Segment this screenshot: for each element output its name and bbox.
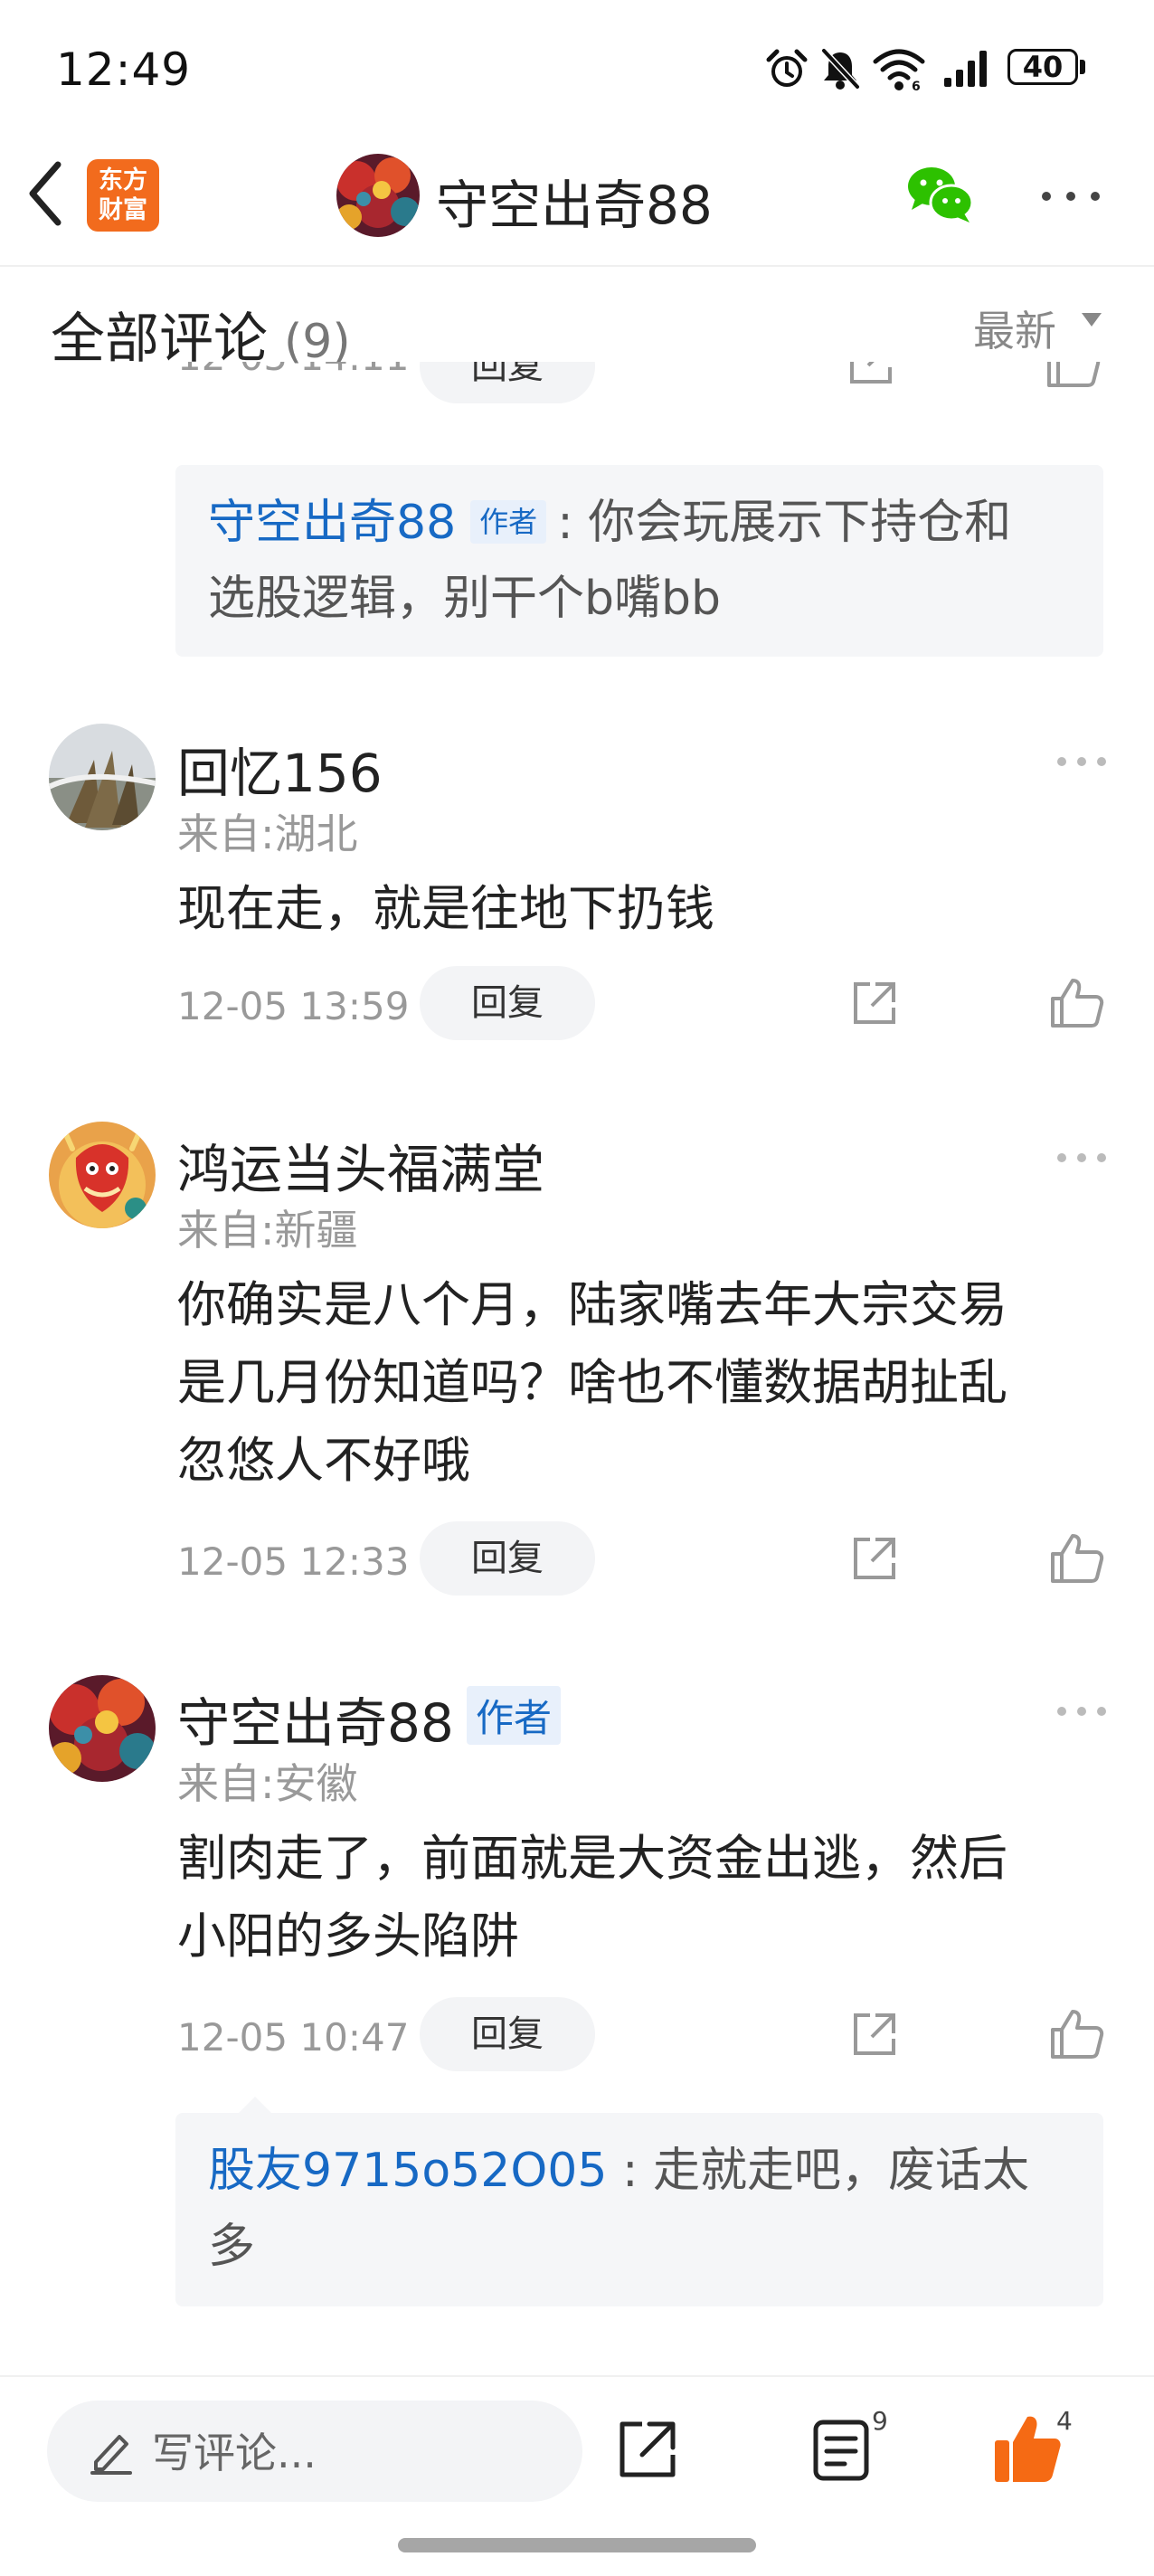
reply-text-line: 走就走吧，废话太: [653, 2144, 1030, 2198]
comment-username[interactable]: 鸿运当头福满堂: [177, 1127, 544, 1203]
reply-box-pointer: [239, 2097, 271, 2113]
reply-button[interactable]: 回复: [420, 966, 595, 1040]
comment-timestamp: 12-05 10:47: [177, 2015, 410, 2060]
comment-content[interactable]: 现在走，就是往地下扔钱: [177, 870, 1154, 948]
like-filled-icon[interactable]: [993, 2411, 1062, 2484]
battery-level: 40: [1022, 50, 1064, 84]
like-count-badge: 4: [1056, 2406, 1073, 2436]
mute-bell-icon: [821, 48, 860, 90]
home-indicator[interactable]: [398, 2538, 756, 2552]
share-icon[interactable]: [848, 2008, 901, 2060]
share-icon[interactable]: [848, 1532, 901, 1585]
comment-content[interactable]: 割肉走了，前面就是大资金出逃，然后 小阳的多头陷阱: [177, 1820, 1154, 1975]
share-icon[interactable]: [848, 977, 901, 1029]
nav-title: 守空出奇88: [436, 175, 713, 236]
comment-username[interactable]: 守空出奇88: [177, 1681, 454, 1757]
comment-placeholder[interactable]: 写评论...: [152, 2420, 317, 2480]
comment-location: 来自:湖北: [177, 810, 358, 858]
comment-more-icon[interactable]: [1056, 756, 1107, 767]
nav-divider: [0, 265, 1154, 267]
comment-more-icon[interactable]: [1056, 1706, 1107, 1717]
like-icon[interactable]: [1045, 362, 1102, 389]
comment-count-badge: 9: [872, 2406, 888, 2436]
comment-location: 来自:安徽: [177, 1759, 358, 1808]
avatar[interactable]: [49, 1675, 156, 1782]
reply-text-line: 你会玩展示下持仓和: [588, 496, 1012, 550]
back-arrow-icon[interactable]: [24, 159, 69, 228]
nav-avatar[interactable]: [336, 154, 420, 237]
comment-list-icon[interactable]: [812, 2419, 870, 2482]
reply-quote-box[interactable]: 守空出奇88 作者: 你会玩展示下持仓和 选股逻辑，别干个b嘴bb: [175, 465, 1103, 657]
partial-comment-actions: 12-05 14:11 回复: [0, 362, 1154, 425]
chevron-down-icon[interactable]: [1082, 313, 1102, 327]
comment-content[interactable]: 你确实是八个月，陆家嘴去年大宗交易 是几月份知道吗？啥也不懂数据胡扯乱 忽悠人不…: [177, 1266, 1154, 1500]
share-icon[interactable]: [615, 2417, 680, 2482]
reply-separator: :: [621, 2144, 638, 2198]
sort-dropdown[interactable]: 最新: [973, 298, 1056, 358]
svg-text:6: 6: [912, 80, 921, 92]
bottom-divider: [0, 2375, 1154, 2377]
pencil-icon: [90, 2435, 132, 2475]
reply-username[interactable]: 股友9715o52O05: [208, 2144, 607, 2198]
wifi-icon: 6: [873, 49, 925, 92]
reply-button[interactable]: 回复: [420, 362, 595, 403]
more-options-icon[interactable]: [1042, 192, 1100, 201]
author-tag: 作者: [470, 500, 547, 544]
comment-location: 来自:新疆: [177, 1206, 358, 1255]
wechat-share-icon[interactable]: [906, 165, 975, 224]
battery-icon: 40: [1007, 49, 1089, 89]
comment-username[interactable]: 回忆156: [177, 731, 383, 807]
cellular-signal-icon: [944, 51, 987, 87]
share-icon[interactable]: [845, 362, 897, 389]
comment-timestamp: 12-05 12:33: [177, 1539, 410, 1584]
reply-button[interactable]: 回复: [420, 1521, 595, 1596]
avatar[interactable]: [49, 1122, 156, 1228]
avatar[interactable]: [49, 724, 156, 830]
author-badge: 作者: [467, 1686, 562, 1745]
like-icon[interactable]: [1049, 2008, 1105, 2060]
app-logo[interactable]: 东方 财富: [87, 159, 159, 232]
comment-more-icon[interactable]: [1056, 1152, 1107, 1163]
reply-separator: :: [557, 496, 573, 550]
comment-timestamp: 12-05 14:11: [177, 362, 409, 379]
reply-username[interactable]: 守空出奇88: [208, 496, 456, 550]
reply-quote-box[interactable]: 股友9715o52O05 : 走就走吧，废话太 多: [175, 2113, 1103, 2306]
reply-button[interactable]: 回复: [420, 1997, 595, 2071]
reply-text-line: 选股逻辑，别干个b嘴bb: [208, 572, 722, 626]
like-icon[interactable]: [1049, 977, 1105, 1029]
comment-timestamp: 12-05 13:59: [177, 984, 410, 1028]
alarm-icon: [766, 49, 808, 87]
reply-text-line: 多: [208, 2220, 256, 2274]
status-time: 12:49: [56, 43, 192, 96]
like-icon[interactable]: [1049, 1532, 1105, 1585]
